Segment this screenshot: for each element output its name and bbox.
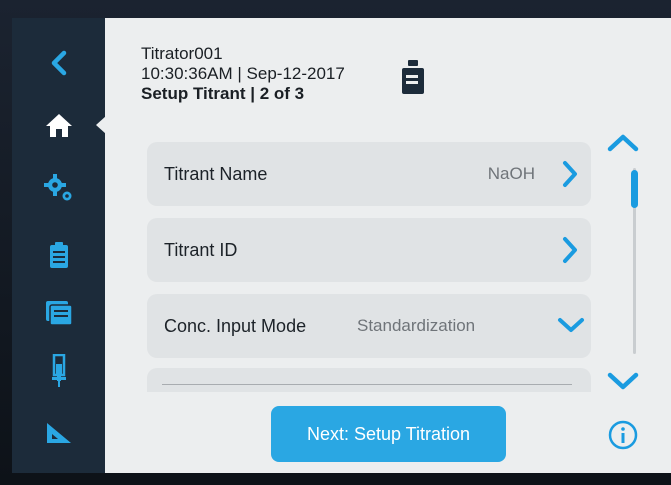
device-screen: Titrator001 10:30:36AM | Sep-12-2017 Set… [12, 18, 671, 473]
titrant-name-label: Titrant Name [164, 163, 268, 184]
titrant-name-value: NaOH [487, 164, 535, 183]
burette-icon [51, 354, 66, 387]
titrant-id-row[interactable]: Titrant ID [147, 218, 591, 282]
next-row-partial[interactable] [147, 368, 591, 392]
titrant-bottle-icon [402, 60, 424, 94]
sidebar-item-data[interactable] [12, 288, 105, 338]
titrant-name-row[interactable]: Titrant Name NaOH [147, 142, 591, 206]
gears-icon [43, 174, 71, 201]
scrollbar-thumb[interactable] [631, 170, 638, 208]
conc-input-mode-value: Standardization [357, 316, 476, 335]
sidebar-item-settings[interactable] [12, 163, 105, 213]
timestamp: 10:30:36AM | Sep-12-2017 [141, 64, 345, 83]
scroll-down-button[interactable] [606, 370, 640, 392]
clipboard-icon [49, 242, 68, 268]
titrant-id-label: Titrant ID [164, 239, 238, 260]
page-header: Titrator001 10:30:36AM | Sep-12-2017 Set… [141, 44, 345, 104]
ruler-triangle-icon [46, 423, 71, 443]
sidebar-item-calibration[interactable] [12, 408, 105, 458]
scroll-up-button[interactable] [606, 132, 640, 154]
device-name: Titrator001 [141, 44, 223, 63]
conc-input-mode-label: Conc. Input Mode [164, 315, 307, 336]
folders-icon [45, 301, 73, 326]
sidebar-item-titration[interactable] [12, 346, 105, 396]
chevron-right-icon [563, 237, 577, 263]
row-divider [162, 384, 572, 385]
chevron-right-icon [563, 161, 577, 187]
next-setup-titration-button[interactable]: Next: Setup Titration [271, 406, 506, 462]
sidebar [12, 18, 106, 473]
info-icon[interactable] [608, 420, 638, 450]
sidebar-item-home[interactable] [12, 100, 106, 150]
back-icon [51, 50, 66, 76]
page-title: Setup Titrant | 2 of 3 [141, 84, 305, 103]
chevron-down-icon [558, 318, 584, 332]
back-button[interactable] [12, 38, 105, 88]
active-indicator [96, 116, 106, 134]
sidebar-item-methods[interactable] [12, 230, 105, 280]
conc-input-mode-row[interactable]: Conc. Input Mode Standardization [147, 294, 591, 358]
home-icon [45, 114, 72, 137]
